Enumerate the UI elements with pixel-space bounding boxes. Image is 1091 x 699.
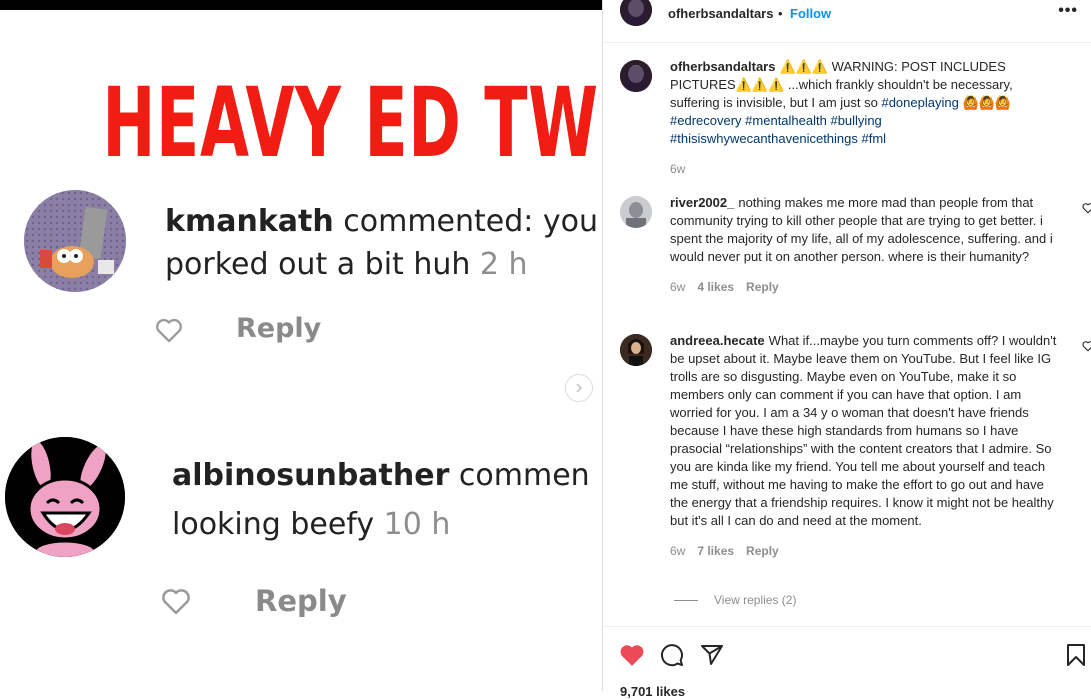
view-replies-line [674,600,698,602]
reply-label: Reply [255,584,347,618]
reply-button[interactable]: Reply [746,280,779,294]
comment-likes[interactable]: 4 likes [697,280,734,294]
post-likes-count[interactable]: 9,701 likes [620,684,685,699]
image-headline: HEAVY ED TW [102,67,599,179]
reply-label: Reply [236,313,322,344]
heart-outline-icon [156,318,182,343]
more-options-button[interactable]: ••• [1058,2,1078,20]
share-send-icon[interactable] [700,643,724,667]
comment-meta: 6w 4 likes Reply [670,278,1065,296]
post-side-panel: ofherbsandaltars • Follow ••• ofherbsand… [602,0,1091,699]
post-action-bar [603,626,1091,692]
hashtag-link[interactable]: #thisiswhywecanthavenicethings [670,131,858,146]
comment-time[interactable]: 6w [670,280,685,294]
post-image[interactable]: HEAVY ED TW kmankath commented: you pork… [0,0,602,691]
caption-emoji: 🙆🙆🙆 [958,95,1011,110]
commenter-avatar[interactable] [620,334,652,366]
separator-dot: • [778,6,783,21]
chevron-right-icon [576,383,583,393]
reply-button[interactable]: Reply [746,544,779,558]
follow-button[interactable]: Follow [790,6,831,21]
like-comment-icon[interactable] [1082,202,1091,214]
comment-time[interactable]: 6w [670,544,685,558]
like-heart-filled-icon[interactable] [619,643,645,667]
commenter-username: kmankath [165,204,334,239]
save-bookmark-icon[interactable] [1066,643,1086,667]
caption-time[interactable]: 6w [670,162,685,176]
comment-time: 2 h [479,247,528,282]
commenter-username[interactable]: river2002_ [670,195,734,210]
hashtag-link[interactable]: #fml [862,131,887,146]
kmankath-comment-line2: porked out a bit huh 2 h [165,243,528,286]
author-avatar-icon [620,60,652,92]
comment-time: 10 h [383,507,451,542]
comment-text: commented: you [333,204,599,239]
caption-username[interactable]: ofherbsandaltars [670,59,775,74]
commenter-avatar-icon [620,334,652,366]
hashtag-link[interactable]: #doneplaying [881,95,958,110]
comment-text: porked out a bit huh [165,247,480,282]
caption-meta: 6w [670,160,1065,178]
hashtag-link[interactable]: #edrecovery [670,113,742,128]
author-username[interactable]: ofherbsandaltars [668,6,773,21]
comment-text: looking beefy [172,507,384,542]
commenter-username[interactable]: andreea.hecate [670,333,765,348]
like-comment-icon[interactable] [1082,340,1091,352]
comment-body: andreea.hecate What if...maybe you turn c… [670,332,1065,560]
author-avatar[interactable] [620,0,652,26]
post-header: ofherbsandaltars • Follow ••• [603,0,1091,43]
hashtag-link[interactable]: #bullying [830,113,881,128]
caption-body: ofherbsandaltars ⚠️⚠️⚠️ WARNING: POST INC… [670,58,1065,178]
commenter-avatar-icon [620,196,652,228]
kmankath-comment-line1: kmankath commented: you [165,200,598,243]
hashtag-link[interactable]: #mentalhealth [745,113,827,128]
comment-text: commen [449,458,590,493]
caption-avatar[interactable] [620,60,652,92]
bunny-avatar-icon [5,437,125,557]
cartoon-avatar-icon [24,190,126,292]
albinosunbather-comment-line2: looking beefy 10 h [172,503,450,546]
author-avatar-icon [620,0,652,26]
albinosunbather-avatar [5,437,125,557]
commenter-avatar[interactable] [620,196,652,228]
kmankath-avatar [24,190,126,292]
carousel-next-button[interactable] [565,374,593,402]
comment-icon[interactable] [660,643,684,667]
view-replies-label[interactable]: View replies (2) [714,593,796,607]
heart-outline-icon [162,589,190,615]
comment-body: river2002_ nothing makes me more mad than… [670,194,1065,296]
comment-meta: 6w 7 likes Reply [670,542,1065,560]
comment-likes[interactable]: 7 likes [697,544,734,558]
commenter-username: albinosunbather [172,458,450,493]
comment-text: What if...maybe you turn comments off? I… [670,333,1057,528]
image-top-bar [0,0,602,10]
view-replies-button[interactable]: View replies (2) [674,593,796,607]
albinosunbather-comment-line1: albinosunbather commen [172,454,590,497]
